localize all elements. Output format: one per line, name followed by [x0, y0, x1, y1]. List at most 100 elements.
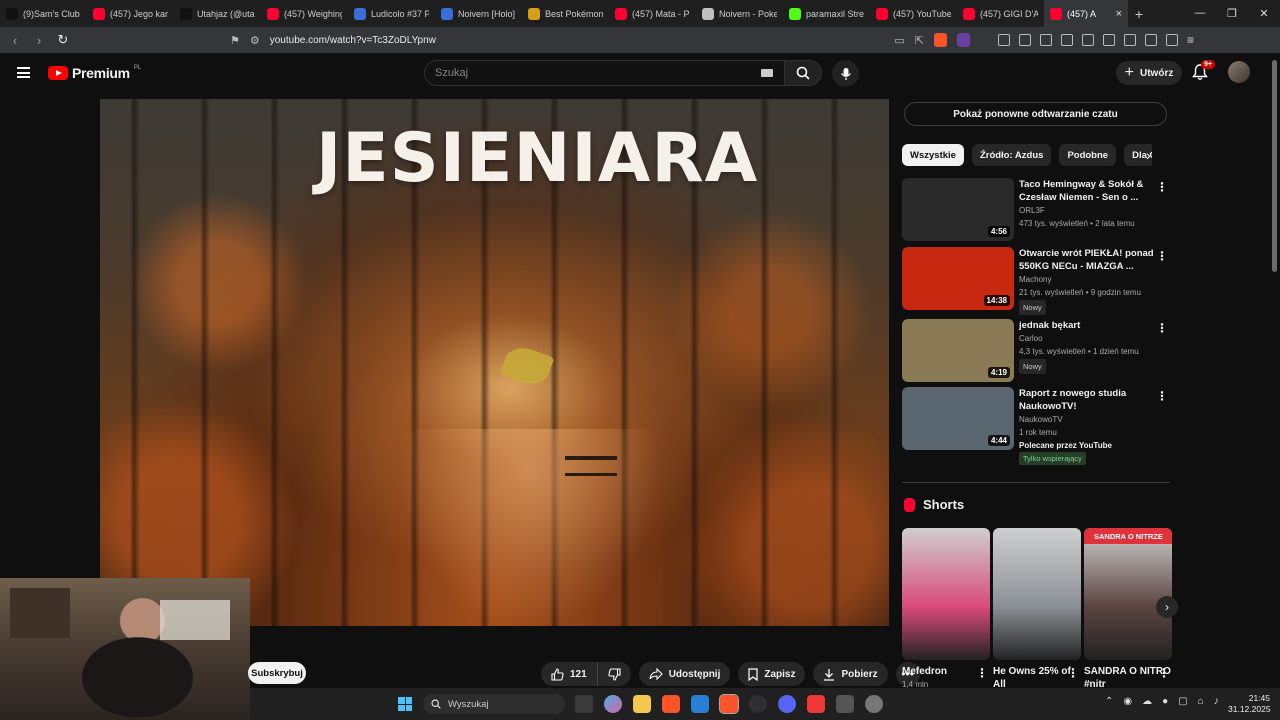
- close-window-icon[interactable]: ✕: [1248, 7, 1280, 20]
- obs-icon[interactable]: [749, 695, 767, 713]
- video-player[interactable]: JESIENIARA: [100, 99, 889, 626]
- browser-tab[interactable]: (457) Mata - Pa: [609, 0, 696, 27]
- vpn-icon[interactable]: [1124, 34, 1136, 46]
- more-vert-icon[interactable]: ⋮: [1067, 667, 1079, 680]
- file-explorer-icon[interactable]: [633, 695, 651, 713]
- youtube-logo[interactable]: Premium PL: [48, 65, 141, 81]
- like-button[interactable]: 121: [541, 662, 598, 686]
- search-input[interactable]: Szukaj: [424, 60, 786, 86]
- filter-chip[interactable]: Źródło: Azdus: [971, 144, 1052, 166]
- recommendation-item[interactable]: 4:44 Raport z nowego studia NaukowoTV! Nau…: [902, 387, 1170, 477]
- browser-tab[interactable]: Ludicolo #37 P: [348, 0, 435, 27]
- url-field[interactable]: ⚑ ⚙ youtube.com/watch?v=Tc3ZoDLYpnw ▭ ⇱: [230, 30, 970, 50]
- extension-icon[interactable]: [998, 34, 1010, 46]
- leo-icon[interactable]: [1166, 34, 1178, 46]
- video-thumbnail[interactable]: 4:19: [902, 319, 1014, 382]
- new-tab-button[interactable]: +: [1128, 6, 1150, 22]
- music-icon[interactable]: [1061, 34, 1073, 46]
- browser-tab[interactable]: Noivern [Holo]: [435, 0, 522, 27]
- dislike-button[interactable]: [598, 662, 631, 686]
- sidebar-icon[interactable]: [1082, 34, 1094, 46]
- brave-shields-icon[interactable]: [934, 33, 947, 47]
- copilot-icon[interactable]: [604, 695, 622, 713]
- vivaldi-icon[interactable]: [807, 695, 825, 713]
- save-button[interactable]: Zapisz: [738, 662, 806, 686]
- recommendation-item[interactable]: 14:38 Otwarcie wrót PIEKŁA! ponad 550KG N…: [902, 247, 1170, 319]
- recommendation-item[interactable]: 4:19 jednak bękart Carloo 4,3 tys. wyświetl…: [902, 319, 1170, 387]
- video-title[interactable]: jednak bękart: [1019, 319, 1154, 332]
- discord-icon[interactable]: [778, 695, 796, 713]
- video-thumbnail[interactable]: 14:38: [902, 247, 1014, 310]
- more-vert-icon[interactable]: ⋮: [976, 667, 988, 680]
- browser-tab[interactable]: (457) Weighing: [261, 0, 348, 27]
- short-thumbnail[interactable]: [902, 528, 990, 660]
- more-vert-icon[interactable]: ⋮: [1156, 389, 1168, 403]
- tray-chevron-icon[interactable]: ⌃: [1105, 696, 1113, 707]
- video-title[interactable]: Taco Hemingway & Sokół & Czesław Niemen …: [1019, 178, 1154, 204]
- browser-tab[interactable]: Utahjaz (@utah: [174, 0, 261, 27]
- brave-icon[interactable]: [662, 695, 680, 713]
- filter-chip[interactable]: Podobne: [1059, 144, 1117, 166]
- video-thumbnail[interactable]: 4:56: [902, 178, 1014, 241]
- more-vert-icon[interactable]: ⋮: [1156, 180, 1168, 194]
- tray-cloud-icon[interactable]: ☁: [1142, 696, 1152, 707]
- short-thumbnail[interactable]: SANDRA O NITRZE: [1084, 528, 1172, 660]
- hamburger-menu-icon[interactable]: [17, 67, 30, 78]
- browser-tab[interactable]: Best Pokémon I: [522, 0, 609, 27]
- forward-icon[interactable]: ›: [32, 33, 46, 48]
- reload-icon[interactable]: ↻: [56, 32, 70, 48]
- video-title[interactable]: Raport z nowego studia NaukowoTV!: [1019, 387, 1154, 413]
- windows-start-icon[interactable]: [398, 697, 412, 711]
- create-button[interactable]: + Utwórz: [1116, 61, 1182, 85]
- share-button[interactable]: Udostępnij: [638, 662, 731, 686]
- shorts-next-icon[interactable]: ›: [1156, 596, 1178, 618]
- notifications-button[interactable]: 9+: [1192, 60, 1215, 83]
- taskbar-clock[interactable]: 21:45 31.12.2025: [1228, 693, 1271, 715]
- tray-app-icon[interactable]: ◉: [1123, 696, 1132, 707]
- page-scrollbar[interactable]: [1272, 60, 1277, 272]
- shield-icon[interactable]: [1145, 34, 1157, 46]
- avatar[interactable]: [1228, 61, 1250, 83]
- channel-name[interactable]: ORL3F: [1019, 204, 1154, 217]
- recommendation-item[interactable]: 4:56 Taco Hemingway & Sokół & Czesław Nie…: [902, 178, 1170, 247]
- video-thumbnail[interactable]: 4:44: [902, 387, 1014, 450]
- filter-chip[interactable]: Wszystkie: [902, 144, 964, 166]
- settings-icon[interactable]: [865, 695, 883, 713]
- store-icon[interactable]: [691, 695, 709, 713]
- browser-tab[interactable]: (457) GIGI D'AG: [957, 0, 1044, 27]
- calculator-icon[interactable]: [836, 695, 854, 713]
- site-info-icon[interactable]: ⚙: [250, 34, 260, 47]
- browser-tab[interactable]: paramaxil Strea: [783, 0, 870, 27]
- keyboard-icon[interactable]: [761, 69, 773, 77]
- download-button[interactable]: Pobierz: [813, 662, 888, 686]
- menu-icon[interactable]: ≡: [1187, 34, 1199, 46]
- tray-display-icon[interactable]: ▢: [1178, 696, 1187, 707]
- tray-network-icon[interactable]: ⌂: [1198, 696, 1204, 707]
- share-icon[interactable]: ⇱: [915, 34, 924, 47]
- task-view-icon[interactable]: [575, 695, 593, 713]
- brave-rewards-icon[interactable]: [957, 33, 970, 47]
- subscribe-button[interactable]: Subskrybuj: [248, 662, 306, 684]
- screenshot-icon[interactable]: [1040, 34, 1052, 46]
- tray-volume-icon[interactable]: ♪: [1214, 696, 1219, 707]
- video-title[interactable]: Otwarcie wrót PIEKŁA! ponad 550KG NECu -…: [1019, 247, 1154, 273]
- search-button[interactable]: [784, 60, 822, 86]
- puzzle-icon[interactable]: [1019, 34, 1031, 46]
- channel-name[interactable]: Machony: [1019, 273, 1154, 286]
- cast-icon[interactable]: ▭: [894, 34, 904, 47]
- tray-mic-icon[interactable]: ●: [1162, 696, 1168, 707]
- back-icon[interactable]: ‹: [8, 33, 22, 48]
- brave-browser-icon[interactable]: [719, 694, 739, 714]
- taskbar-search[interactable]: Wyszukaj: [423, 694, 565, 714]
- browser-tab[interactable]: (457) Jego karty: [87, 0, 174, 27]
- minimize-icon[interactable]: —: [1184, 7, 1216, 20]
- maximize-icon[interactable]: ❐: [1216, 7, 1248, 20]
- browser-tab[interactable]: (457) YouTube: [870, 0, 957, 27]
- more-vert-icon[interactable]: ⋮: [1158, 667, 1170, 680]
- bookmark-icon[interactable]: ⚑: [230, 34, 240, 47]
- more-vert-icon[interactable]: ⋮: [1156, 249, 1168, 263]
- more-vert-icon[interactable]: ⋮: [1156, 321, 1168, 335]
- browser-tab[interactable]: (9)Sam's Club F: [0, 0, 87, 27]
- channel-name[interactable]: Carloo: [1019, 332, 1154, 345]
- chevron-right-icon[interactable]: ›: [1146, 147, 1151, 163]
